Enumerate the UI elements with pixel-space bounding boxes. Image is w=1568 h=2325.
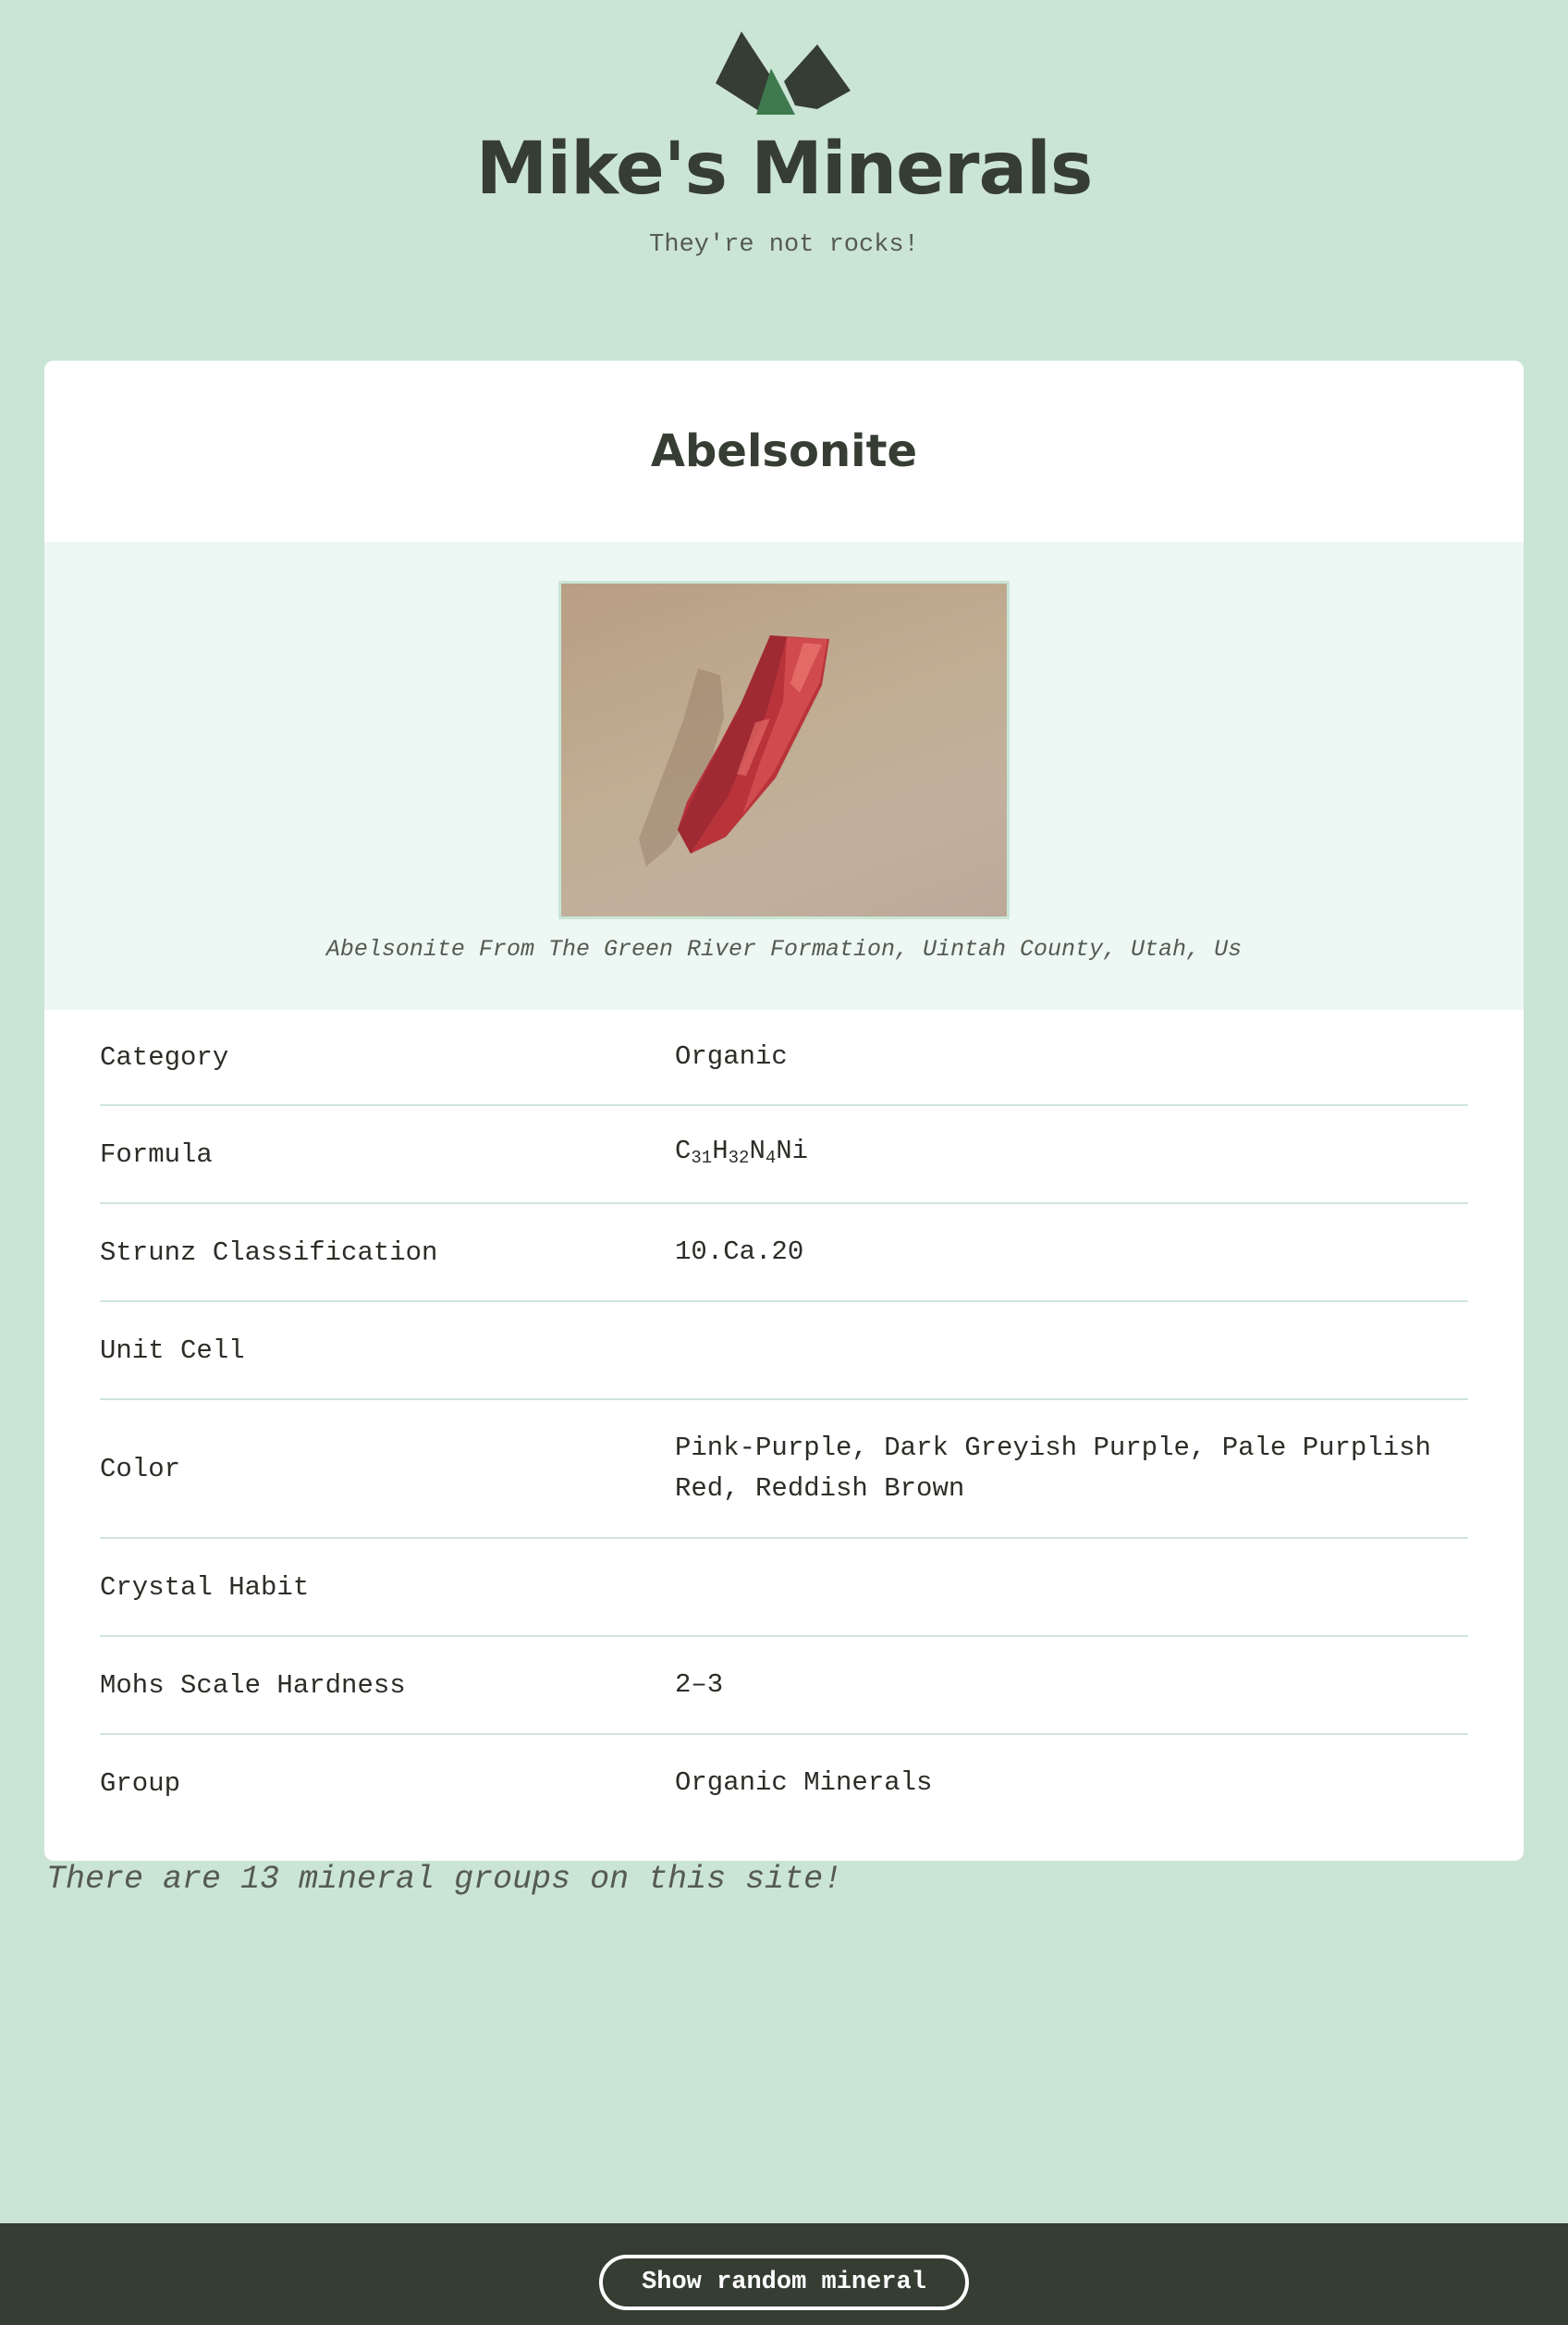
mineral-card: Abelsonite Abelsonite From The Green Riv… — [44, 361, 1524, 1861]
property-label: Crystal Habit — [100, 1571, 310, 1603]
property-row-group: Group Organic Minerals — [100, 1735, 1468, 1831]
property-label: Category — [100, 1041, 229, 1073]
property-row-mohs-hardness: Mohs Scale Hardness 2–3 — [100, 1637, 1468, 1735]
property-label: Strunz Classification — [100, 1236, 438, 1268]
property-label: Mohs Scale Hardness — [100, 1669, 406, 1701]
property-row-unit-cell: Unit Cell — [100, 1302, 1468, 1400]
property-label: Color — [100, 1453, 181, 1484]
property-row-strunz: Strunz Classification 10.Ca.20 — [100, 1204, 1468, 1302]
property-row-category: Category Organic — [100, 1010, 1468, 1106]
site-tagline: They're not rocks! — [649, 231, 919, 259]
property-value: Organic — [675, 1041, 788, 1072]
formula-subscript: 31 — [691, 1147, 713, 1168]
property-value: Organic Minerals — [675, 1767, 933, 1798]
mineral-groups-note: There are 13 mineral groups on this site… — [46, 1861, 843, 1898]
property-value: Pink-Purple, Dark Greyish Purple, Pale P… — [675, 1433, 1431, 1504]
show-random-mineral-button[interactable]: Show random mineral — [599, 2255, 969, 2310]
property-value: 2–3 — [675, 1669, 724, 1700]
image-caption: Abelsonite From The Green River Formatio… — [325, 936, 1243, 963]
formula-subscript: 32 — [728, 1147, 750, 1168]
crystal-specimen-image — [639, 635, 829, 867]
formula-element: N — [749, 1135, 766, 1166]
mineral-figure: Abelsonite From The Green River Formatio… — [44, 542, 1524, 1010]
property-label: Unit Cell — [100, 1335, 245, 1366]
properties-table: Category Organic Formula C31H32N4Ni Stru… — [100, 1010, 1468, 1831]
property-label: Group — [100, 1767, 181, 1799]
site-title: Mike's Minerals — [475, 128, 1094, 211]
property-row-crystal-habit: Crystal Habit — [100, 1539, 1468, 1637]
formula-subscript: 4 — [765, 1147, 777, 1168]
mineral-name: Abelsonite — [650, 425, 918, 477]
formula-value: C31H32N4Ni — [675, 1131, 1468, 1178]
property-row-formula: Formula C31H32N4Ni — [100, 1106, 1468, 1204]
property-label: Formula — [100, 1138, 213, 1170]
property-value: 10.Ca.20 — [675, 1236, 804, 1267]
formula-element: Ni — [776, 1135, 809, 1166]
mountain-crystals-logo — [716, 31, 851, 115]
property-row-color: Color Pink-Purple, Dark Greyish Purple, … — [100, 1400, 1468, 1539]
formula-element: H — [712, 1135, 729, 1166]
site-footer: Show random mineral — [0, 2223, 1568, 2325]
formula-element: C — [675, 1135, 692, 1166]
mineral-photo — [558, 581, 1010, 919]
